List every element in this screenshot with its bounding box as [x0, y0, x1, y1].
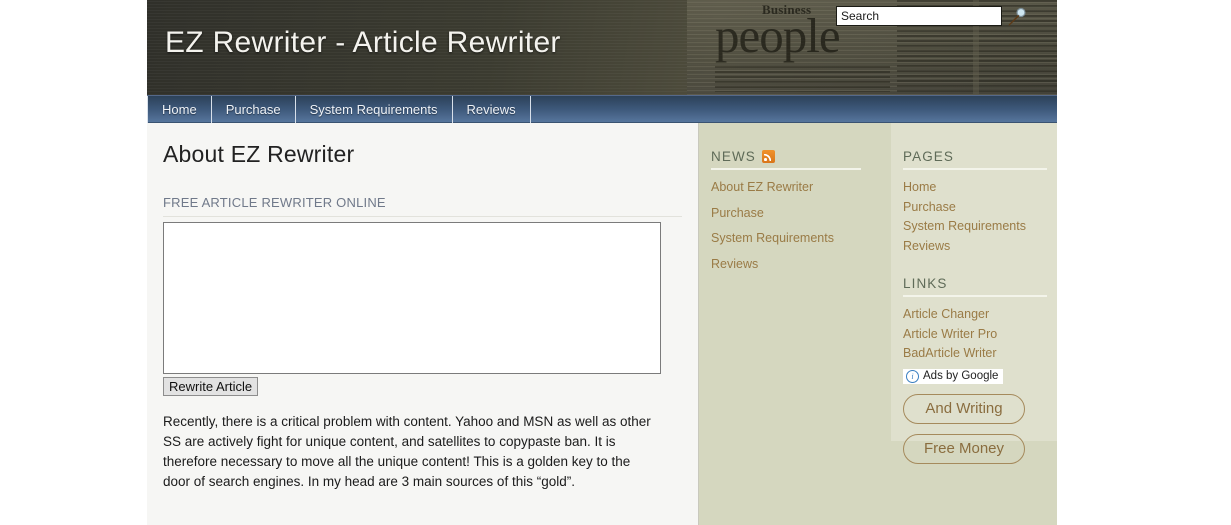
section-divider — [163, 216, 682, 217]
rewrite-article-button[interactable]: Rewrite Article — [163, 377, 259, 396]
nav-item-label: Reviews — [466, 102, 516, 117]
ads-by-google-badge[interactable]: i Ads by Google — [903, 368, 1004, 384]
ads-badge-label: Ads by Google — [923, 370, 999, 382]
list-item[interactable]: Purchase — [711, 204, 861, 224]
list-item[interactable]: Article Writer Pro — [903, 325, 1047, 345]
list-item[interactable]: System Requirements — [903, 217, 1047, 237]
search-button[interactable] — [1006, 6, 1028, 28]
nav-item-reviews[interactable]: Reviews — [453, 96, 531, 123]
search-icon — [1008, 7, 1026, 26]
page-title: About EZ Rewriter — [163, 141, 355, 167]
search-input[interactable] — [836, 6, 1002, 26]
links-list: Article Changer Article Writer Pro BadAr… — [903, 305, 1047, 364]
news-widget-rule — [711, 168, 861, 170]
main-content: About EZ Rewriter FREE ARTICLE REWRITER … — [147, 123, 699, 525]
site-title: EZ Rewriter - Article Rewriter — [165, 26, 561, 59]
article-textarea[interactable] — [163, 222, 661, 374]
site-wrapper: Business people EZ Rewriter - Article Re… — [147, 0, 1057, 525]
body-columns: About EZ Rewriter FREE ARTICLE REWRITER … — [147, 123, 1057, 525]
ad-button-and-writing[interactable]: And Writing — [903, 393, 1025, 424]
news-list: About EZ Rewriter Purchase System Requir… — [711, 178, 861, 274]
main-navigation: Home Purchase System Requirements Review… — [147, 95, 1057, 123]
nav-item-system-requirements[interactable]: System Requirements — [296, 96, 453, 123]
intro-paragraph: Recently, there is a critical problem wi… — [163, 414, 651, 489]
newspaper-body-lines — [715, 66, 890, 92]
list-item[interactable]: Reviews — [903, 237, 1047, 257]
list-item[interactable]: Purchase — [903, 198, 1047, 218]
sidebar-right: PAGES Home Purchase System Requirements … — [871, 123, 1057, 525]
ad-button-free-money[interactable]: Free Money — [903, 433, 1025, 464]
screenshot-root: Business people EZ Rewriter - Article Re… — [0, 0, 1231, 525]
info-icon: i — [906, 369, 919, 383]
list-item[interactable]: BadArticle Writer — [903, 344, 1047, 364]
links-widget-label: LINKS — [903, 276, 948, 291]
list-item[interactable]: Home — [903, 178, 1047, 198]
list-item[interactable]: Reviews — [711, 255, 861, 275]
nav-item-label: Purchase — [225, 102, 281, 117]
rss-icon[interactable] — [761, 150, 775, 163]
pages-widget-rule — [903, 168, 1047, 170]
pages-widget-label: PAGES — [903, 149, 955, 164]
main-content-inner: About EZ Rewriter FREE ARTICLE REWRITER … — [147, 123, 698, 492]
list-item[interactable]: About EZ Rewriter — [711, 178, 861, 198]
news-widget-label: NEWS — [711, 149, 756, 164]
pages-widget-title: PAGES — [903, 149, 1047, 164]
nav-item-purchase[interactable]: Purchase — [212, 96, 296, 123]
nav-item-home[interactable]: Home — [147, 96, 212, 123]
pages-list: Home Purchase System Requirements Review… — [903, 178, 1047, 256]
newspaper-headline: people — [715, 8, 841, 63]
list-item[interactable]: Article Changer — [903, 305, 1047, 325]
nav-item-label: System Requirements — [309, 102, 438, 117]
site-header: Business people EZ Rewriter - Article Re… — [147, 0, 1057, 95]
list-item[interactable]: System Requirements — [711, 229, 861, 249]
search-form — [836, 6, 1028, 28]
nav-item-label: Home — [162, 102, 197, 117]
section-label: FREE ARTICLE REWRITER ONLINE — [163, 195, 386, 210]
sidebar-news: NEWS About EZ Rewriter Purchase System R… — [699, 123, 871, 525]
news-widget-title: NEWS — [711, 149, 861, 164]
sidebar-widget-panel: PAGES Home Purchase System Requirements … — [891, 123, 1057, 464]
links-widget-title: LINKS — [903, 276, 1047, 291]
links-widget-rule — [903, 295, 1047, 297]
